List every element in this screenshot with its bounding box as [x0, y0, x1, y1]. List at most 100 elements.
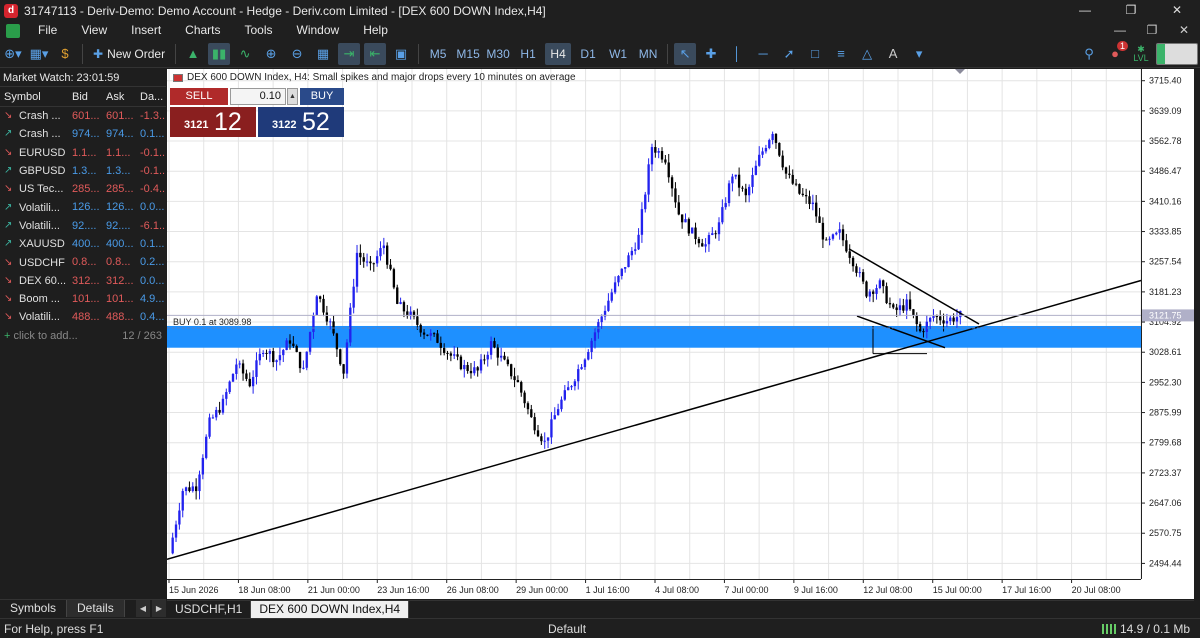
market-watch-row[interactable]: ↘ US Tec... 285... 285... -0.4...: [0, 180, 166, 198]
candlestick-icon[interactable]: ▮▮: [208, 42, 231, 65]
chart-tab-usdchf[interactable]: USDCHF,H1: [167, 601, 252, 618]
menu-tools[interactable]: Tools: [233, 21, 285, 40]
horizontal-line-icon[interactable]: ─: [752, 43, 774, 65]
tab-symbols[interactable]: Symbols: [0, 600, 68, 617]
buy-button[interactable]: BUY: [300, 88, 344, 105]
lot-spinner-icon[interactable]: ▲: [287, 88, 298, 105]
candle-body: [727, 183, 731, 204]
candle-body: [238, 363, 241, 365]
text-tool-icon[interactable]: A: [882, 43, 904, 65]
candle-body: [694, 227, 697, 240]
y-tick-label: 3410.16: [1149, 196, 1182, 206]
candle-body: [365, 261, 369, 263]
market-watch-row[interactable]: ↘ DEX 60... 312... 312... 0.0...: [0, 272, 166, 290]
header-bid[interactable]: Bid: [68, 87, 102, 106]
row-bid: 601...: [72, 110, 100, 122]
screenshot-icon[interactable]: ▣: [390, 43, 412, 65]
header-ask[interactable]: Ask: [102, 87, 136, 106]
sell-button[interactable]: SELL: [170, 88, 228, 105]
menu-window[interactable]: Window: [285, 21, 352, 40]
row-symbol: GBPUSD: [19, 165, 66, 178]
menu-view[interactable]: View: [69, 21, 119, 40]
menu-file[interactable]: File: [26, 21, 69, 40]
zoom-out-icon[interactable]: ⊖: [286, 43, 308, 65]
algo-trading-icon[interactable]: $: [54, 43, 76, 65]
profiles-icon[interactable]: ▦▾: [28, 43, 50, 65]
timeframe-m30[interactable]: M30: [485, 43, 511, 65]
auto-scroll-icon[interactable]: ⇥: [338, 42, 361, 65]
child-restore-icon[interactable]: ❐: [1136, 21, 1168, 40]
market-watch-row[interactable]: ↗ GBPUSD 1.3... 1.3... -0.1...: [0, 162, 166, 180]
lot-size-input[interactable]: 0.10: [230, 88, 286, 105]
candle-body: [493, 341, 496, 348]
line-chart-icon[interactable]: ∿: [234, 43, 256, 65]
timeframe-mn[interactable]: MN: [635, 43, 661, 65]
menu-help[interactable]: Help: [351, 21, 400, 40]
market-watch-row[interactable]: ↗ XAUUSD 400... 400... 0.1...: [0, 235, 166, 253]
status-profile[interactable]: Default: [548, 622, 586, 636]
market-watch-row[interactable]: ↘ Volatili... 488... 488... 0.4...: [0, 308, 166, 326]
restore-icon[interactable]: ❐: [1108, 0, 1154, 21]
crosshair-icon[interactable]: ✚: [700, 43, 722, 65]
header-daily[interactable]: Da...: [136, 87, 166, 106]
trendline-icon[interactable]: ➚: [778, 43, 800, 65]
market-watch-add-row[interactable]: + click to add... 12 / 263: [0, 327, 166, 345]
header-symbol[interactable]: Symbol: [0, 87, 68, 106]
menu-insert[interactable]: Insert: [119, 21, 173, 40]
fibonacci-icon[interactable]: ≡: [830, 43, 852, 65]
price-chart[interactable]: BUY 0.1 at 3089.98 3715.40 3639.09 3562.78 3…: [167, 69, 1194, 599]
new-chart-icon[interactable]: ⊕▾: [2, 43, 24, 65]
timeframe-h4[interactable]: H4: [545, 42, 572, 65]
sell-price-box[interactable]: 3121 12: [170, 107, 256, 137]
cursor-icon[interactable]: ↖: [674, 42, 697, 65]
menu-charts[interactable]: Charts: [173, 21, 232, 40]
candle-body: [463, 365, 466, 370]
more-tools-icon[interactable]: ▾: [908, 43, 930, 65]
market-watch-row[interactable]: ↗ Crash ... 974... 974... 0.1...: [0, 125, 166, 143]
timeframe-w1[interactable]: W1: [605, 43, 631, 65]
minimize-icon[interactable]: —: [1062, 0, 1108, 21]
candle-body: [751, 174, 754, 187]
child-close-icon[interactable]: ✕: [1168, 21, 1200, 40]
market-watch-row[interactable]: ↘ EURUSD 1.1... 1.1... -0.1...: [0, 144, 166, 162]
zoom-in-icon[interactable]: ⊕: [260, 43, 282, 65]
chart-shift-icon[interactable]: ⇤: [364, 42, 387, 65]
tab-scroll-left-icon[interactable]: ◀: [136, 600, 150, 617]
tab-scroll-right-icon[interactable]: ▶: [152, 600, 166, 617]
new-order-button[interactable]: ✚ New Order: [89, 43, 169, 65]
candle-body: [386, 245, 389, 265]
child-minimize-icon[interactable]: —: [1104, 21, 1136, 40]
timeframe-d1[interactable]: D1: [575, 43, 601, 65]
market-watch-row[interactable]: ↗ Volatili... 126... 126... 0.0...: [0, 198, 166, 216]
candle-body: [721, 207, 724, 223]
status-traffic[interactable]: 14.9 / 0.1 Mb: [1120, 622, 1190, 636]
candle-body: [647, 164, 650, 195]
chart-window[interactable]: BUY 0.1 at 3089.98 3715.40 3639.09 3562.78 3…: [167, 69, 1194, 599]
notifications-icon[interactable]: ● 1: [1104, 40, 1128, 65]
market-watch-row[interactable]: ↗ Volatili... 92.... 92.... -6.1...: [0, 217, 166, 235]
market-watch-row[interactable]: ↘ Boom ... 101... 101... 4.9...: [0, 290, 166, 308]
candle-body: [888, 303, 892, 305]
market-watch-row[interactable]: ↘ Crash ... 601... 601... -1.3...: [0, 107, 166, 125]
timeframe-m15[interactable]: M15: [455, 43, 481, 65]
timeframe-m5[interactable]: M5: [425, 43, 451, 65]
buy-price-box[interactable]: 3122 52: [258, 107, 344, 137]
shapes-icon[interactable]: △: [856, 43, 878, 65]
chart-tab-dex600[interactable]: DEX 600 DOWN Index,H4: [251, 601, 410, 618]
candle-body: [768, 140, 771, 149]
candle-body: [758, 154, 761, 166]
search-icon[interactable]: ⚲: [1078, 43, 1100, 65]
row-bid: 0.8...: [72, 256, 97, 269]
signal-icon[interactable]: ✱ LVL: [1130, 43, 1152, 65]
bar-chart-icon[interactable]: ▲: [182, 43, 204, 65]
tile-windows-icon[interactable]: ▦: [312, 43, 334, 65]
market-watch-row[interactable]: ↘ USDCHF 0.8... 0.8... 0.2...: [0, 253, 166, 271]
tab-details[interactable]: Details: [67, 600, 125, 617]
x-tick-label: 29 Jun 00:00: [516, 585, 568, 595]
close-icon[interactable]: ✕: [1154, 0, 1200, 21]
timeframe-h1[interactable]: H1: [515, 43, 541, 65]
channel-icon[interactable]: □: [804, 43, 826, 65]
candle-body: [422, 332, 426, 335]
row-daily-change: 0.1...: [140, 128, 165, 141]
vertical-line-icon[interactable]: │: [726, 43, 748, 65]
